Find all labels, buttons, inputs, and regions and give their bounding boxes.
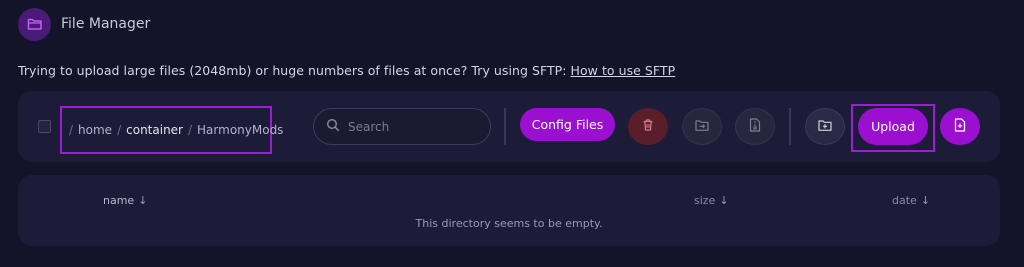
upload-button[interactable]: Upload [858,108,928,145]
toolbar-divider [789,108,791,145]
column-label: date [892,194,917,207]
sftp-notice: Trying to upload large files (2048mb) or… [18,63,675,78]
new-file-button[interactable] [940,108,980,145]
breadcrumb-separator: / [187,123,193,137]
file-plus-icon [954,117,966,136]
sort-arrow-icon: ↓ [719,194,729,207]
breadcrumb-separator: / [69,123,74,137]
delete-button[interactable] [628,108,668,145]
file-list: name ↓ size ↓ date ↓ This directory seems t… [18,175,1000,246]
column-label: name [103,194,135,207]
trash-icon [641,117,655,136]
search-input[interactable] [348,119,468,134]
breadcrumb-item-current: HarmonyMods [197,123,284,137]
folder-icon [18,7,51,41]
empty-state-message: This directory seems to be empty. [415,217,603,230]
search-box[interactable] [313,108,491,145]
folder-move-icon [695,117,709,136]
column-header-date[interactable]: date ↓ [892,194,930,207]
sftp-notice-text: Trying to upload large files (2048mb) or… [18,63,567,78]
sftp-help-link[interactable]: How to use SFTP [571,63,676,78]
sort-arrow-icon: ↓ [138,194,148,207]
page-title: File Manager [61,16,151,32]
column-label: size [694,194,716,207]
select-all-checkbox[interactable] [38,120,51,133]
column-header-name[interactable]: name ↓ [103,194,147,207]
new-folder-button[interactable] [805,108,845,145]
move-button[interactable] [682,108,722,145]
file-archive-icon [749,117,761,136]
breadcrumb-item-home[interactable]: home [78,123,112,137]
column-header-size[interactable]: size ↓ [694,194,729,207]
sort-arrow-icon: ↓ [920,194,931,207]
breadcrumb: / home / container / HarmonyMods [60,106,283,154]
search-icon [326,117,340,136]
file-toolbar: / home / container / HarmonyMods Config … [18,91,1000,162]
archive-button[interactable] [735,108,775,145]
page-header: File Manager [18,7,150,41]
breadcrumb-item-container[interactable]: container [126,123,183,137]
breadcrumb-separator: / [117,123,122,137]
toolbar-divider [504,108,506,145]
config-files-button[interactable]: Config Files [520,108,615,141]
folder-plus-icon [818,117,832,136]
